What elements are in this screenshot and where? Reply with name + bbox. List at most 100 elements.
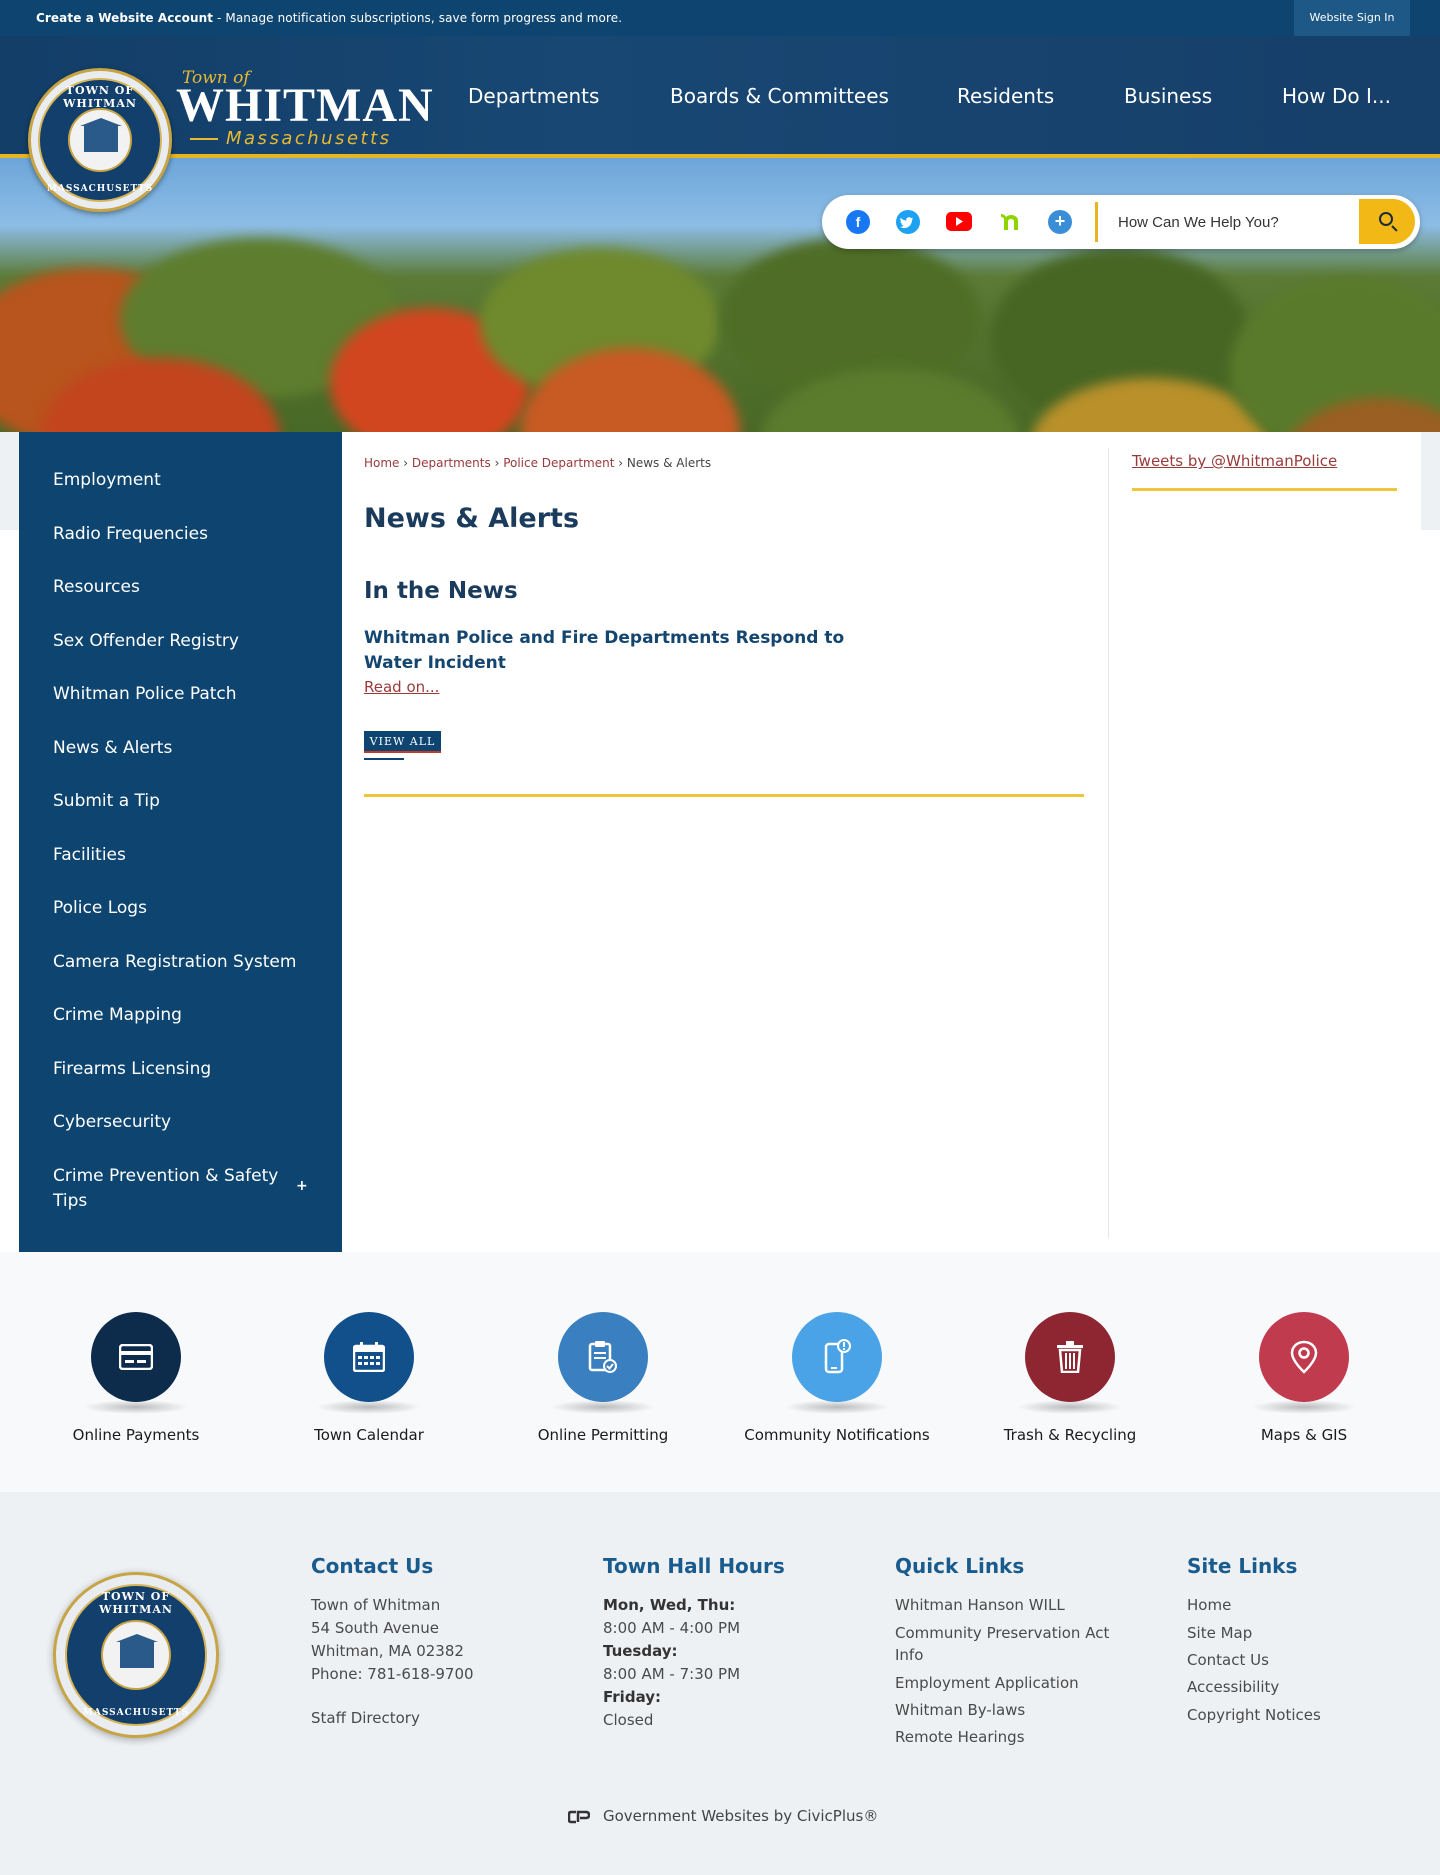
sidebar-item-police-logs[interactable]: Police Logs: [53, 896, 303, 921]
sidebar-item-police-patch[interactable]: Whitman Police Patch: [53, 682, 303, 707]
youtube-icon[interactable]: [946, 212, 972, 231]
footer-site-links-title: Site Links: [1187, 1554, 1298, 1578]
footer-quick-link[interactable]: Employment Application: [895, 1672, 1079, 1695]
sidebar-item-crime-prevention[interactable]: Crime Prevention & Safety Tips: [53, 1164, 293, 1214]
read-on-link[interactable]: Read on...: [364, 678, 439, 696]
sidebar-item-news-alerts[interactable]: News & Alerts: [53, 736, 303, 761]
nav-business[interactable]: Business: [1124, 84, 1212, 108]
quick-link-shadow: [1017, 1400, 1123, 1414]
breadcrumb-departments[interactable]: Departments: [412, 456, 491, 470]
breadcrumb-sep: ›: [399, 456, 412, 470]
breadcrumb-sep: ›: [614, 456, 627, 470]
sidebar-item-sex-offender-registry[interactable]: Sex Offender Registry: [53, 629, 303, 654]
footer-contact-title: Contact Us: [311, 1554, 434, 1578]
news-item-title[interactable]: Whitman Police and Fire Departments Resp…: [364, 626, 904, 676]
footer-hours-title: Town Hall Hours: [603, 1554, 785, 1578]
quick-link-online-permitting[interactable]: Online Permitting: [498, 1312, 708, 1462]
footer-quick-link[interactable]: Remote Hearings: [895, 1726, 1025, 1749]
quick-link-shadow: [316, 1400, 422, 1414]
view-all-button[interactable]: VIEW ALL: [364, 731, 441, 753]
account-description: - Manage notification subscriptions, sav…: [213, 11, 623, 25]
footer-contact-line: 54 South Avenue: [311, 1619, 439, 1637]
quick-link-town-calendar[interactable]: Town Calendar: [264, 1312, 474, 1462]
sidebar-item-crime-mapping[interactable]: Crime Mapping: [53, 1003, 303, 1028]
seal-ring: TOWN OF WHITMAN MASSACHUSETTS: [65, 1584, 207, 1726]
sidebar-item-camera-registration[interactable]: Camera Registration System: [53, 950, 303, 975]
footer-quick-links-title: Quick Links: [895, 1554, 1025, 1578]
section-title: In the News: [364, 578, 518, 604]
quick-link-trash-recycling[interactable]: Trash & Recycling: [965, 1312, 1175, 1462]
content-divider: [364, 794, 1084, 797]
footer-quick-link[interactable]: Community Preservation Act Info: [895, 1622, 1135, 1666]
view-all-underline: [364, 758, 404, 760]
breadcrumb-sep: ›: [490, 456, 504, 470]
payment-card-icon: [91, 1312, 181, 1402]
footer-site-link[interactable]: Contact Us: [1187, 1649, 1269, 1672]
clipboard-check-icon: [558, 1312, 648, 1402]
sidebar-item-firearms-licensing[interactable]: Firearms Licensing: [53, 1057, 303, 1082]
quick-link-community-notifications[interactable]: Community Notifications: [732, 1312, 942, 1462]
seal-top-text: TOWN OF WHITMAN: [99, 1590, 173, 1616]
expand-icon[interactable]: +: [296, 1178, 308, 1194]
footer-site-link[interactable]: Site Map: [1187, 1622, 1252, 1645]
logo-town-name: WHITMAN: [176, 79, 434, 132]
footer-contact-line: Town of Whitman: [311, 1596, 441, 1614]
search-input[interactable]: [1108, 203, 1340, 241]
twitter-icon[interactable]: [896, 210, 920, 234]
breadcrumb-police[interactable]: Police Department: [503, 456, 614, 470]
column-divider: [1108, 448, 1109, 1238]
more-icon[interactable]: +: [1048, 210, 1072, 234]
nav-residents[interactable]: Residents: [957, 84, 1054, 108]
phone-alert-icon: [792, 1312, 882, 1402]
quick-link-shadow: [83, 1400, 189, 1414]
footer-quick-link[interactable]: Whitman Hanson WILL: [895, 1594, 1065, 1617]
quick-link-label: Town Calendar: [314, 1426, 424, 1444]
social-search-bar: f +: [822, 195, 1420, 249]
nextdoor-icon[interactable]: [998, 210, 1022, 234]
quick-link-label: Community Notifications: [744, 1426, 930, 1444]
town-hall-icon: [80, 118, 122, 152]
footer-contact-line: Whitman, MA 02382: [311, 1642, 464, 1660]
nav-how-do-i[interactable]: How Do I...: [1282, 84, 1391, 108]
logo-dash: [190, 138, 218, 140]
nav-boards-committees[interactable]: Boards & Committees: [670, 84, 889, 108]
sidebar-item-cybersecurity[interactable]: Cybersecurity: [53, 1110, 303, 1135]
footer-hours-time: Closed: [603, 1711, 654, 1729]
footer-hours-day: Friday:: [603, 1688, 662, 1706]
nav-departments[interactable]: Departments: [468, 84, 599, 108]
sidebar-item-employment[interactable]: Employment: [53, 468, 303, 493]
facebook-icon[interactable]: f: [846, 210, 870, 234]
quick-link-maps-gis[interactable]: Maps & GIS: [1199, 1312, 1409, 1462]
seal-ring: TOWN OF WHITMAN MASSACHUSETTS: [38, 78, 162, 202]
search-icon: [1379, 212, 1393, 226]
footer-site-link[interactable]: Copyright Notices: [1187, 1704, 1321, 1727]
seal-core: [101, 1620, 171, 1690]
sign-in-button[interactable]: Website Sign In: [1294, 0, 1410, 36]
breadcrumb: Home › Departments › Police Department ›…: [364, 456, 711, 470]
calendar-icon: [324, 1312, 414, 1402]
logo-state: Massachusetts: [226, 128, 392, 149]
quick-link-label: Maps & GIS: [1260, 1426, 1348, 1444]
footer-quick-link[interactable]: Whitman By-laws: [895, 1699, 1025, 1722]
create-account-link[interactable]: Create a Website Account: [36, 11, 213, 25]
sidebar-item-facilities[interactable]: Facilities: [53, 843, 303, 868]
breadcrumb-home[interactable]: Home: [364, 456, 399, 470]
civicplus-credit-link[interactable]: Government Websites by CivicPlus®: [603, 1807, 878, 1825]
footer-site-link[interactable]: Accessibility: [1187, 1676, 1279, 1699]
footer-site-link[interactable]: Home: [1187, 1594, 1231, 1617]
footer-staff-directory-link[interactable]: Staff Directory: [311, 1707, 420, 1730]
town-seal-logo[interactable]: TOWN OF WHITMAN MASSACHUSETTS: [28, 68, 172, 212]
tweets-link[interactable]: Tweets by @WhitmanPolice: [1132, 452, 1337, 470]
sidebar-item-resources[interactable]: Resources: [53, 575, 303, 600]
account-message: Create a Website Account - Manage notifi…: [36, 11, 622, 25]
footer-hours-day: Mon, Wed, Thu:: [603, 1596, 736, 1614]
sidebar-item-radio-frequencies[interactable]: Radio Frequencies: [53, 522, 303, 547]
footer-hours-day: Tuesday:: [603, 1642, 678, 1660]
seal-bottom-text: MASSACHUSETTS: [46, 184, 154, 194]
sidebar-item-submit-tip[interactable]: Submit a Tip: [53, 789, 303, 814]
search-button[interactable]: [1359, 199, 1415, 244]
civicplus-logo-icon: [568, 1810, 590, 1824]
search-divider: [1095, 202, 1098, 242]
quick-link-online-payments[interactable]: Online Payments: [31, 1312, 241, 1462]
quick-link-shadow: [1251, 1400, 1357, 1414]
